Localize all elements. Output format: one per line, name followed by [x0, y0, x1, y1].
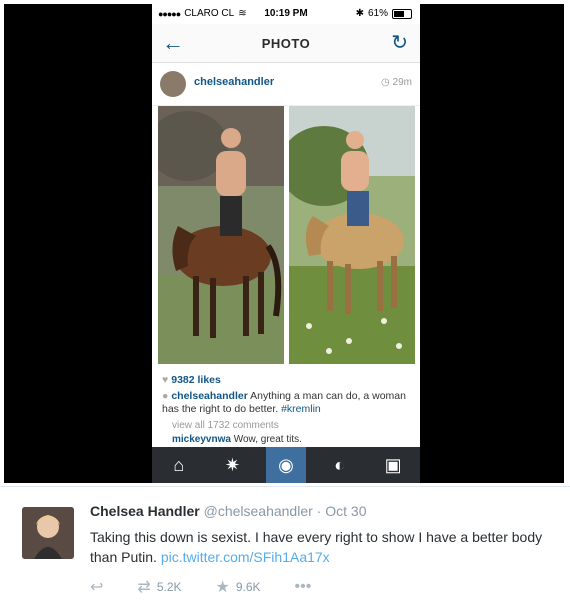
- favorite-button[interactable]: ★ 9.6K: [216, 577, 261, 597]
- comment-username[interactable]: mickeyvnwa: [172, 434, 231, 445]
- avatar-illustration: [22, 507, 74, 559]
- battery-label: 61%: [367, 8, 388, 19]
- favorite-count: 9.6K: [235, 580, 261, 594]
- explore-icon[interactable]: ✷: [212, 447, 252, 483]
- horse-rider-illustration-left: [158, 106, 284, 364]
- tab-bar: ⌂ ✷ ◉ ◐ ▣: [152, 447, 420, 483]
- home-icon[interactable]: ⌂: [159, 447, 199, 483]
- photo-right-panel: [289, 106, 415, 364]
- activity-icon[interactable]: ◐: [320, 447, 360, 483]
- clock-icon: ◷: [381, 77, 390, 88]
- comment-bubble-icon: ●: [162, 390, 169, 402]
- reply-icon: ↩: [90, 579, 104, 596]
- more-icon: •••: [294, 578, 312, 595]
- avatar[interactable]: [22, 507, 74, 559]
- post-age-label: 29m: [392, 77, 412, 88]
- avatar[interactable]: [160, 71, 186, 97]
- navigation-bar: ← PHOTO ↻: [152, 24, 420, 63]
- refresh-icon[interactable]: ↻: [391, 30, 408, 55]
- caption-username[interactable]: chelseahandler: [171, 390, 247, 402]
- likes-row[interactable]: ♥ 9382 likes: [162, 374, 221, 386]
- tweet-actions: ↩ ⇄ 5.2K ★ 9.6K •••: [90, 577, 345, 597]
- likes-count: 9382 likes: [171, 374, 221, 386]
- retweet-button[interactable]: ⇄ 5.2K: [137, 577, 181, 597]
- caption-hashtag[interactable]: #kremlin: [281, 403, 321, 415]
- caption: ● chelseahandler Anything a man can do, a…: [162, 390, 410, 416]
- bluetooth-icon: ✱: [355, 8, 364, 19]
- comment-text: Wow, great tits.: [233, 434, 302, 445]
- battery-info: ✱ 61%: [356, 8, 412, 19]
- horse-rider-illustration-right: [289, 106, 415, 364]
- page-title: PHOTO: [261, 36, 311, 51]
- camera-icon[interactable]: ◉: [265, 447, 306, 483]
- tweet-link[interactable]: pic.twitter.com/SFih1Aa17x: [161, 549, 330, 565]
- heart-icon: ♥: [162, 374, 169, 386]
- star-icon: ★: [215, 579, 230, 596]
- reply-button[interactable]: ↩: [90, 577, 103, 597]
- post-age: ◷ 29m: [381, 77, 412, 88]
- phone-screen: ●●●●● CLARO CL ≋ 10:19 PM ✱ 61% ← PHOTO …: [152, 4, 420, 483]
- retweet-icon: ⇄: [137, 579, 151, 596]
- status-bar: ●●●●● CLARO CL ≋ 10:19 PM ✱ 61%: [152, 4, 420, 24]
- photo-left-panel: [158, 106, 284, 364]
- profile-icon[interactable]: ▣: [373, 447, 413, 483]
- comment-item: mickeyvnwa Wow, great tits.: [172, 434, 302, 445]
- battery-icon: [392, 8, 412, 19]
- post-photo[interactable]: [152, 106, 420, 368]
- tweet-text: Taking this down is sexist. I have every…: [90, 527, 550, 567]
- screenshot-frame: ●●●●● CLARO CL ≋ 10:19 PM ✱ 61% ← PHOTO …: [4, 4, 564, 483]
- post-header: chelseahandler ◷ 29m: [152, 63, 420, 106]
- more-button[interactable]: •••: [295, 578, 312, 596]
- tweet-date-separator: ·: [316, 503, 322, 519]
- tweet-date[interactable]: Oct 30: [325, 503, 366, 519]
- tweet-author-handle[interactable]: @chelseahandler: [204, 503, 313, 519]
- retweet-count: 5.2K: [156, 580, 182, 594]
- post-username[interactable]: chelseahandler: [194, 76, 274, 88]
- tweet-card: Chelsea Handler @chelseahandler · Oct 30…: [0, 486, 570, 609]
- tweet-header: Chelsea Handler @chelseahandler · Oct 30: [90, 503, 366, 519]
- view-all-comments[interactable]: view all 1732 comments: [172, 420, 279, 431]
- tweet-author-name[interactable]: Chelsea Handler: [90, 503, 200, 519]
